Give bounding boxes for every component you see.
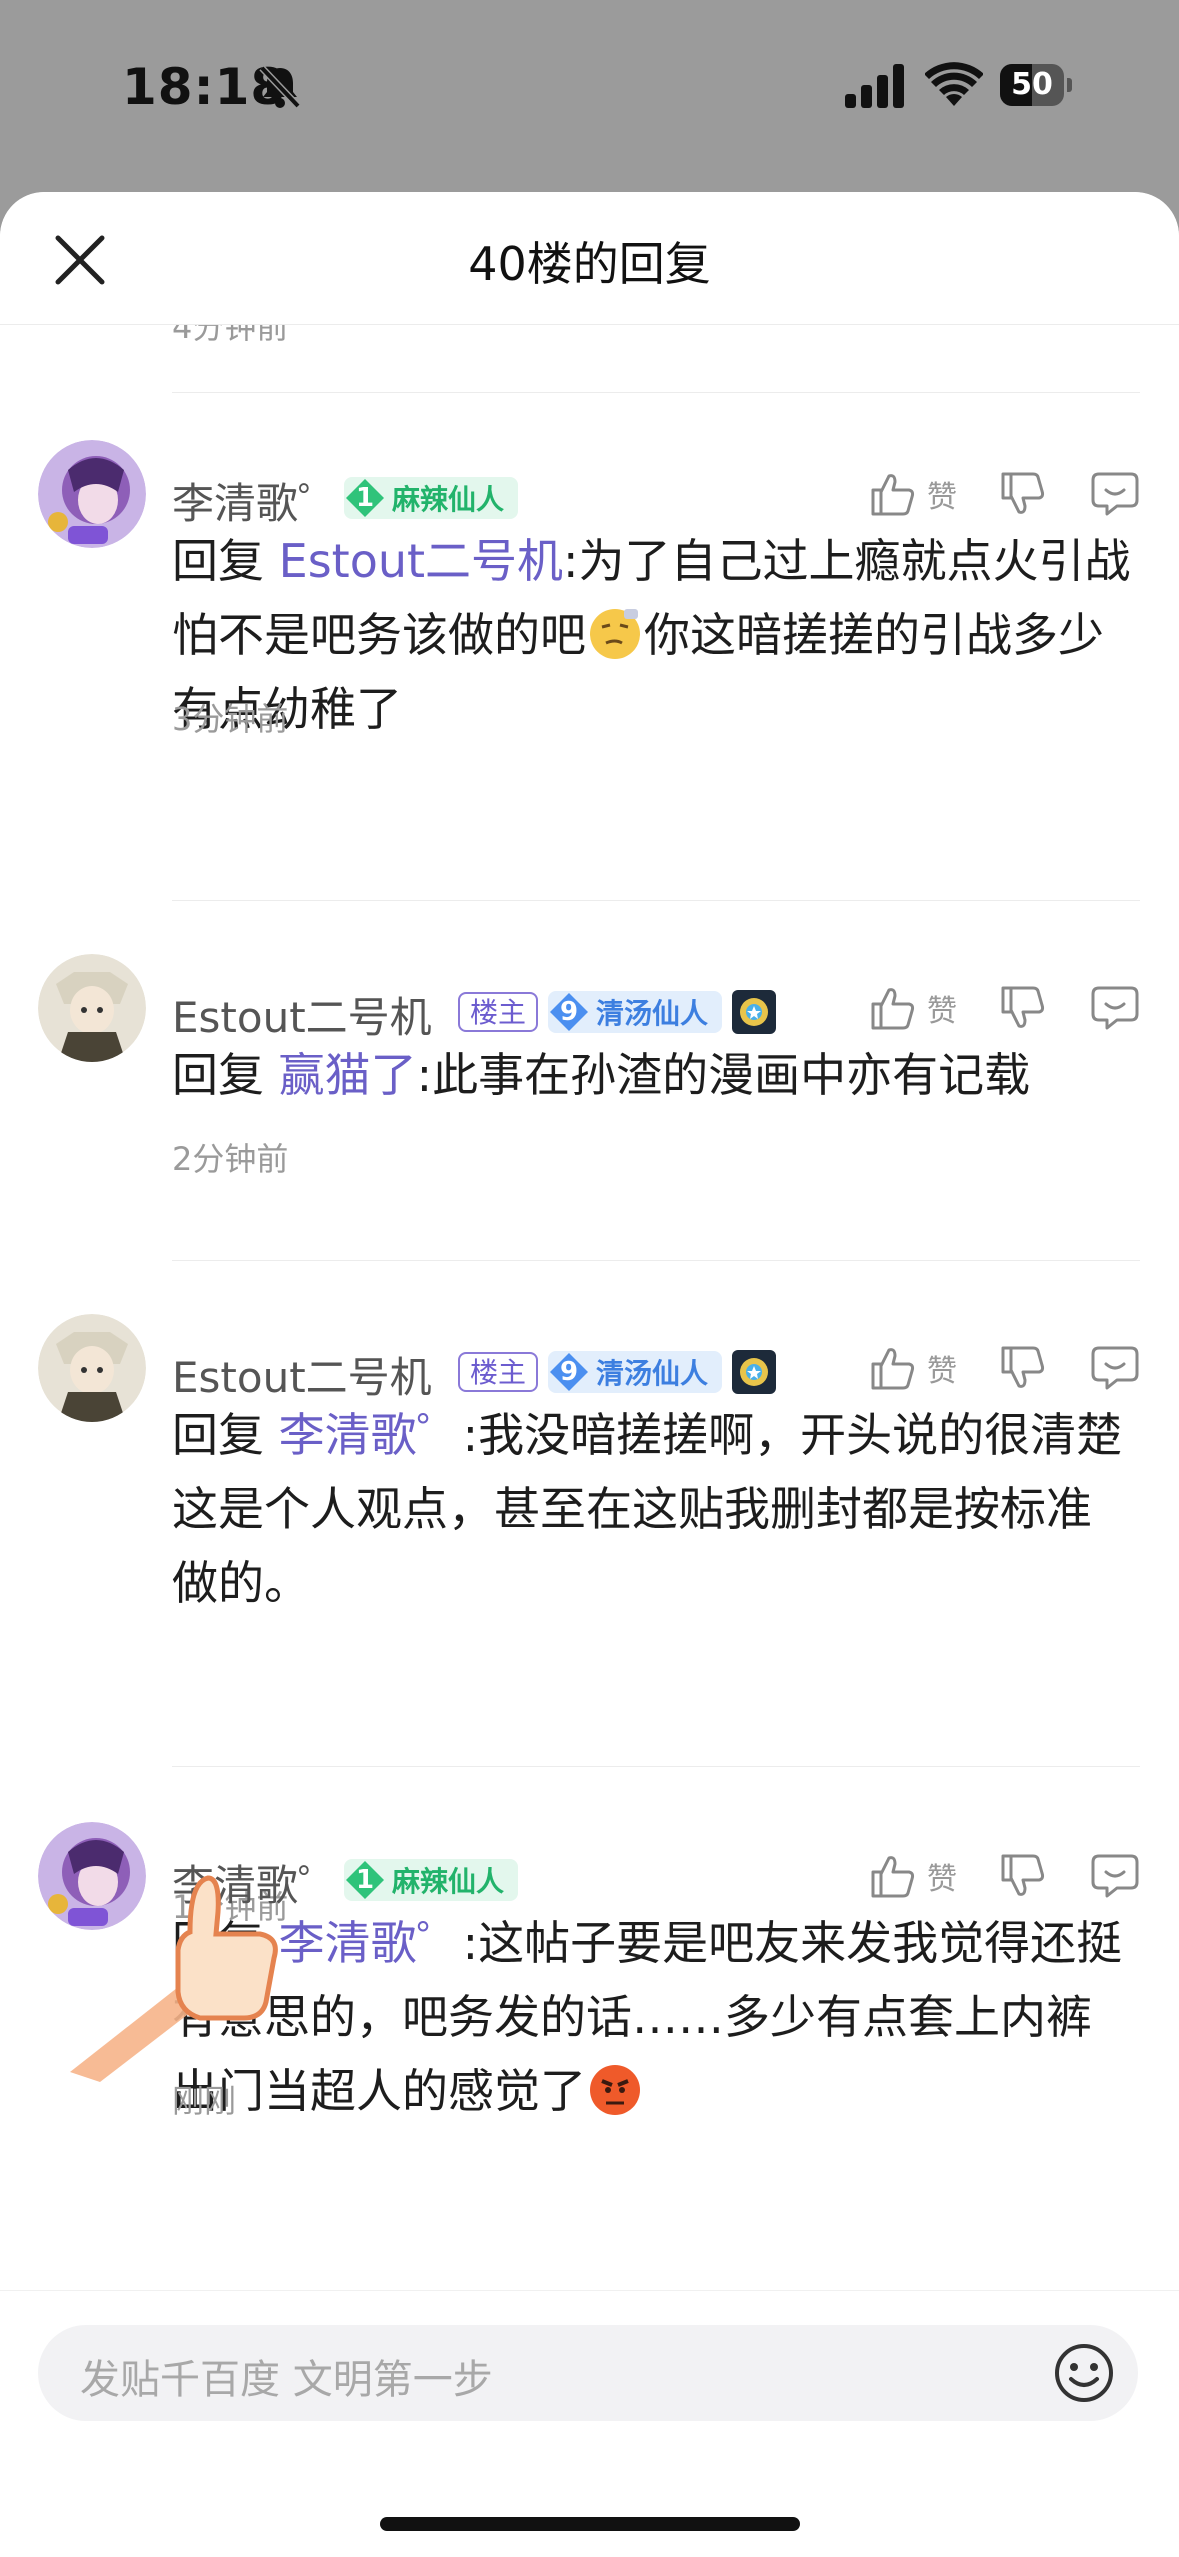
divider [172,900,1140,901]
divider [172,1766,1140,1767]
badge-group: 1 麻辣仙人 [344,1858,528,1902]
commenter-name[interactable]: Estout二号机 [172,1344,432,1405]
cellular-signal-icon [845,64,904,108]
comment-text: 回复 李清歌゜:这帖子要是吧友来发我觉得还挺有意思的，吧务发的话……多少有点套上… [172,1906,1132,2128]
comment-time: 2分钟前 [172,1140,289,1178]
thumbs-up-sticker-icon [70,1875,278,2082]
wifi-icon [925,62,983,106]
comment-bubble-icon [1091,986,1139,1030]
level-title: 麻辣仙人 [392,483,505,516]
reply-button[interactable] [1089,982,1141,1034]
reply-sheet: 40楼的回复 4分钟前 李清歌゜ 1 麻辣仙人 赞 回复 Estout二号机:为… [0,192,1179,2556]
comment-actions: 赞 [827,1338,1141,1398]
divider [172,392,1140,393]
thumbs-down-icon [1001,986,1045,1028]
angry-emoji-icon [590,2065,640,2115]
comment-input[interactable]: 发贴千百度 文明第一步 [38,2325,1138,2421]
level-number: 1 [355,1865,375,1895]
mention-link[interactable]: 李清歌゜ [279,1916,463,1970]
comment-text: 回复 赢猫了:此事在孙渣的漫画中亦有记载 [172,1038,1132,1112]
level-badge: 9 清汤仙人 [548,991,723,1033]
owner-tag: 楼主 [458,992,539,1032]
avatar[interactable] [38,440,146,548]
emoji-picker-icon[interactable] [1052,2341,1116,2405]
avatar[interactable] [38,954,146,1062]
dislike-button[interactable] [997,982,1049,1034]
dislike-button[interactable] [997,1342,1049,1394]
commenter-name[interactable]: Estout二号机 [172,984,432,1045]
battery-indicator: 50 [1000,64,1072,108]
level-title: 清汤仙人 [596,997,709,1030]
dislike-button[interactable] [997,468,1049,520]
reply-prefix: 回复 [172,534,264,588]
level-title: 麻辣仙人 [392,1865,505,1898]
sheet-header: 40楼的回复 [0,192,1179,325]
status-bar: 18:18 50 [0,0,1179,190]
comment-bubble-icon [1091,1346,1139,1390]
like-button[interactable]: 赞 [867,468,957,520]
mention-link[interactable]: 赢猫了 [279,1048,417,1102]
level-title: 清汤仙人 [596,1357,709,1390]
badge-group: 楼主 9 清汤仙人 [458,1350,777,1394]
badge-group: 1 麻辣仙人 [344,476,528,520]
badge-group: 楼主 9 清汤仙人 [458,990,777,1034]
comment-bubble-icon [1091,472,1139,516]
like-button[interactable]: 赞 [867,982,957,1034]
reply-prefix: 回复 [172,1048,264,1102]
like-label: 赞 [927,480,957,515]
comment-time: 3分钟前 [172,700,289,738]
divider [172,1260,1140,1261]
dislike-button[interactable] [997,1850,1049,1902]
thumbs-down-icon [1001,472,1045,514]
thumbs-up-icon [871,1348,915,1390]
home-indicator [380,2517,800,2531]
thumbs-up-icon [871,474,915,516]
thumbs-up-icon [871,1856,915,1898]
mention-link[interactable]: Estout二号机 [279,534,563,588]
comment-actions: 赞 [827,1846,1141,1906]
thumbs-down-icon [1001,1346,1045,1388]
sheet-title: 40楼的回复 [468,237,711,291]
mute-bell-icon [259,65,301,109]
level-number: 1 [355,483,375,513]
reply-prefix: 回复 [172,1408,264,1462]
reply-button[interactable] [1089,468,1141,520]
medal-icon [732,1350,777,1394]
battery-level: 50 [1011,67,1053,102]
commenter-name[interactable]: 李清歌゜ [172,470,340,531]
comment-text: 回复 Estout二号机:为了自己过上瘾就点火引战怕不是吧务该做的吧 你这暗搓搓的… [172,524,1132,746]
thumbs-up-icon [871,988,915,1030]
comment-actions: 赞 [827,464,1141,524]
level-badge: 9 清汤仙人 [548,1351,723,1393]
reply-button[interactable] [1089,1342,1141,1394]
comment-time: 刚刚 [172,2082,237,2120]
input-placeholder: 发贴千百度 文明第一步 [80,2357,493,2403]
owner-tag: 楼主 [458,1352,539,1392]
medal-icon [732,990,777,1034]
level-number: 9 [559,997,579,1027]
thumbs-down-icon [1001,1854,1045,1896]
mention-link[interactable]: 李清歌゜ [279,1408,463,1462]
like-label: 赞 [927,994,957,1029]
comment-bubble-icon [1091,1854,1139,1898]
comment-actions: 赞 [827,978,1141,1038]
avatar[interactable] [38,1314,146,1422]
level-number: 9 [559,1357,579,1387]
comment-text: 回复 李清歌゜:我没暗搓搓啊，开头说的很清楚这是个人观点，甚至在这贴我删封都是按… [172,1398,1132,1620]
level-badge: 1 麻辣仙人 [344,477,519,519]
comment-text-part: :此事在孙渣的漫画中亦有记载 [416,1048,1031,1102]
comment-input-bar: 发贴千百度 文明第一步 [0,2290,1179,2557]
reply-button[interactable] [1089,1850,1141,1902]
like-label: 赞 [927,1354,957,1389]
like-label: 赞 [927,1862,957,1897]
like-button[interactable]: 赞 [867,1850,957,1902]
level-badge: 1 麻辣仙人 [344,1859,519,1901]
thinking-emoji-icon [590,609,640,659]
like-button[interactable]: 赞 [867,1342,957,1394]
